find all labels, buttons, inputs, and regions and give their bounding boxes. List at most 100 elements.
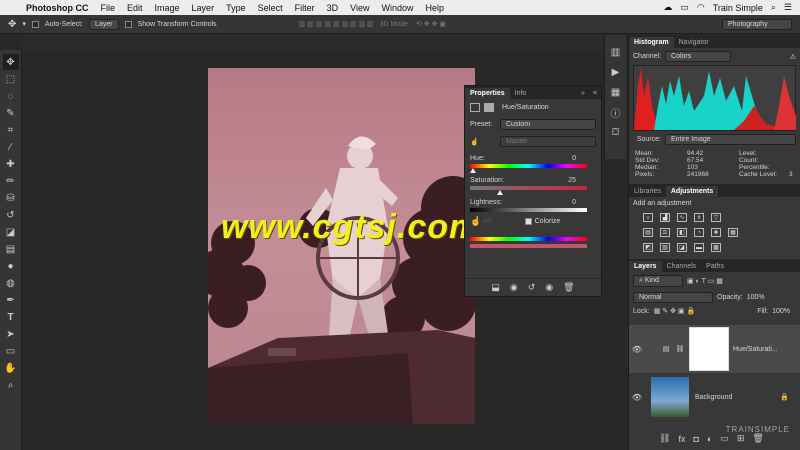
shape-tool-icon[interactable]: ▭: [3, 343, 19, 359]
dodge-tool-icon[interactable]: ◍: [3, 275, 19, 291]
selective-color-icon[interactable]: ▩: [711, 243, 721, 252]
levels-icon[interactable]: ▟: [660, 213, 670, 222]
info-icon[interactable]: ⓘ: [609, 105, 623, 120]
invert-icon[interactable]: ◩: [643, 243, 653, 252]
path-selection-tool-icon[interactable]: ➤: [3, 326, 19, 342]
gradient-tool-icon[interactable]: ▤: [3, 241, 19, 257]
list-icon[interactable]: ☰: [784, 2, 792, 13]
tab-navigator[interactable]: Navigator: [674, 37, 714, 48]
brush-tool-icon[interactable]: ✏: [3, 173, 19, 189]
layer-mask-thumbnail[interactable]: [689, 327, 729, 371]
saturation-slider-track[interactable]: [470, 186, 587, 190]
hue-value[interactable]: 0: [572, 155, 576, 162]
move-tool-icon[interactable]: ✥: [2, 54, 19, 70]
target-adjust-icon[interactable]: ☝: [470, 216, 481, 227]
quick-select-tool-icon[interactable]: ✎: [3, 105, 19, 121]
filter-icons[interactable]: ▣ ◐ T ▭ ▦: [687, 277, 723, 285]
menu-filter[interactable]: Filter: [289, 3, 321, 13]
visibility-eye-icon[interactable]: 👁: [629, 345, 645, 354]
new-layer-icon[interactable]: ⊞: [737, 433, 745, 444]
layer-filter-dropdown[interactable]: ⌕ Kind: [633, 275, 683, 287]
black-white-icon[interactable]: ◧: [677, 228, 687, 237]
libraries-dock-icon[interactable]: ⛋: [609, 125, 623, 139]
gradient-map-icon[interactable]: ▬: [694, 243, 704, 252]
opacity-value[interactable]: 100%: [747, 294, 765, 301]
healing-brush-tool-icon[interactable]: ✚: [3, 156, 19, 172]
workspace-dropdown[interactable]: Photography: [722, 18, 792, 30]
histogram-channel-dropdown[interactable]: Colors: [665, 51, 732, 62]
link-icon[interactable]: ⛓: [675, 345, 685, 353]
mask-icon[interactable]: [484, 103, 494, 112]
background-thumbnail[interactable]: [651, 377, 689, 417]
fill-value[interactable]: 100%: [772, 308, 790, 315]
menu-image[interactable]: Image: [149, 3, 186, 13]
hue-saturation-icon[interactable]: ▤: [643, 228, 653, 237]
menu-select[interactable]: Select: [252, 3, 289, 13]
panel-menu-icon[interactable]: ≡: [589, 88, 601, 99]
transform-controls-checkbox[interactable]: [124, 20, 132, 28]
layer-row-background[interactable]: 👁 Background 🔒: [629, 375, 800, 419]
channel-dropdown[interactable]: Master: [500, 136, 596, 147]
adjustment-layer-icon[interactable]: [470, 103, 480, 112]
tab-channels[interactable]: Channels: [662, 261, 702, 272]
saturation-value[interactable]: 25: [568, 177, 576, 184]
lasso-tool-icon[interactable]: ◌: [3, 88, 19, 104]
color-lookup-icon[interactable]: ▦: [728, 228, 738, 237]
display-icon[interactable]: ▭: [680, 2, 689, 13]
tool-preset-arrow-icon[interactable]: ▾: [22, 20, 26, 28]
properties-dock-icon[interactable]: ▦: [609, 85, 623, 99]
source-dropdown[interactable]: Entire Image: [665, 134, 796, 145]
menu-app-name[interactable]: Photoshop CC: [20, 3, 95, 13]
history-icon[interactable]: ▥: [609, 45, 623, 59]
visibility-eye-icon[interactable]: 👁: [629, 393, 645, 402]
wifi-icon[interactable]: ◠: [697, 2, 705, 13]
photo-filter-icon[interactable]: ◔: [694, 228, 704, 237]
pen-tool-icon[interactable]: ✒: [3, 292, 19, 308]
marquee-tool-icon[interactable]: ⬚: [3, 71, 19, 87]
exposure-icon[interactable]: ±: [694, 213, 704, 222]
trash-icon[interactable]: 🗑: [752, 433, 763, 444]
new-adjustment-icon[interactable]: ◐: [707, 434, 712, 444]
tab-info[interactable]: Info: [510, 88, 532, 99]
eyedropper-icons[interactable]: ⁄ ⁄ ⁄: [484, 218, 491, 225]
tab-layers[interactable]: Layers: [629, 261, 662, 272]
hue-slider-track[interactable]: [470, 164, 587, 168]
menu-edit[interactable]: Edit: [121, 3, 149, 13]
mode-3d-icons[interactable]: ⟲ ✥ ✥ ▣: [416, 20, 446, 28]
panel-collapse-icon[interactable]: »: [577, 88, 589, 99]
color-balance-icon[interactable]: ⚖: [660, 228, 670, 237]
layer-name[interactable]: Background: [695, 394, 732, 401]
crop-tool-icon[interactable]: ⌗: [3, 122, 19, 138]
eraser-tool-icon[interactable]: ◪: [3, 224, 19, 240]
actions-play-icon[interactable]: ▶: [609, 65, 623, 79]
clone-stamp-tool-icon[interactable]: ⛁: [3, 190, 19, 206]
zoom-tool-icon[interactable]: ⌕: [3, 377, 19, 393]
channel-mixer-icon[interactable]: ❀: [711, 228, 721, 237]
layer-row-hue-saturation[interactable]: 👁 ▤ ⛓ Hue/Saturati...: [629, 325, 800, 373]
creative-cloud-icon[interactable]: ☁: [663, 2, 672, 13]
menu-view[interactable]: View: [344, 3, 375, 13]
delete-icon[interactable]: 🗑: [563, 282, 574, 293]
blend-mode-dropdown[interactable]: Normal: [633, 292, 713, 303]
curves-icon[interactable]: ∿: [677, 213, 687, 222]
layer-name[interactable]: Hue/Saturati...: [733, 346, 778, 353]
history-brush-tool-icon[interactable]: ↺: [3, 207, 19, 223]
menu-help[interactable]: Help: [419, 3, 450, 13]
fx-icon[interactable]: fx: [678, 434, 685, 444]
menu-3d[interactable]: 3D: [321, 3, 345, 13]
tab-histogram[interactable]: Histogram: [629, 37, 674, 48]
tab-properties[interactable]: Properties: [465, 88, 510, 99]
menu-file[interactable]: File: [95, 3, 122, 13]
colorize-checkbox[interactable]: [524, 218, 532, 225]
auto-select-checkbox[interactable]: [31, 20, 39, 28]
clip-to-layer-icon[interactable]: ⬓: [491, 282, 500, 293]
threshold-icon[interactable]: ◪: [677, 243, 687, 252]
vibrance-icon[interactable]: ▽: [711, 213, 721, 222]
move-tool-icon[interactable]: ✥: [8, 19, 16, 30]
menu-type[interactable]: Type: [220, 3, 252, 13]
new-group-icon[interactable]: ▭: [720, 433, 729, 444]
view-previous-icon[interactable]: ◉: [510, 282, 518, 293]
tab-adjustments[interactable]: Adjustments: [665, 186, 719, 197]
hand-target-icon[interactable]: ☝: [470, 138, 496, 146]
add-mask-icon[interactable]: ◘: [693, 434, 698, 444]
